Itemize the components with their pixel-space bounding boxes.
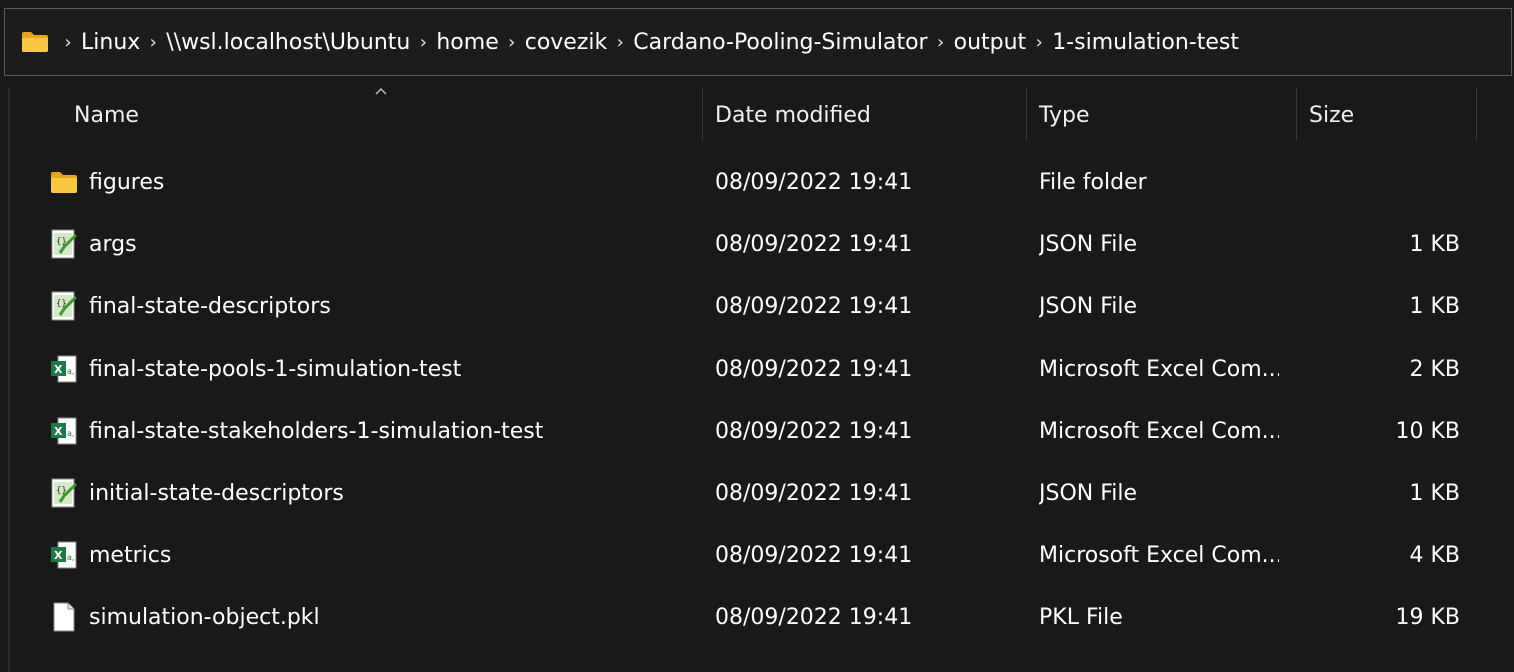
svg-text:a,: a, <box>67 367 74 376</box>
breadcrumb-home[interactable]: home <box>436 30 498 55</box>
file-row-final-state-descriptors[interactable]: {} final-state-descriptors 08/09/2022 19… <box>0 275 1514 337</box>
file-name: final-state-stakeholders-1-simulation-te… <box>89 418 544 444</box>
excel-file-icon: X a, <box>51 355 77 383</box>
file-date-modified: 08/09/2022 19:41 <box>715 169 913 195</box>
chevron-right-icon[interactable]: › <box>928 32 954 53</box>
file-name: args <box>89 231 137 257</box>
breadcrumb-output[interactable]: output <box>954 30 1027 55</box>
file-type: JSON File <box>1039 231 1138 257</box>
generic-file-icon <box>53 602 75 632</box>
chevron-right-icon[interactable]: › <box>499 32 525 53</box>
json-file-icon: {} <box>51 291 78 321</box>
file-size: 4 KB <box>1409 542 1460 568</box>
breadcrumb-cardano-pooling-simulator[interactable]: Cardano-Pooling-Simulator <box>633 30 927 55</box>
breadcrumb-linux[interactable]: Linux <box>81 30 140 55</box>
chevron-right-icon[interactable]: › <box>140 32 166 53</box>
file-date-modified: 08/09/2022 19:41 <box>715 293 913 319</box>
file-date-modified: 08/09/2022 19:41 <box>715 480 913 506</box>
file-date-modified: 08/09/2022 19:41 <box>715 356 913 382</box>
breadcrumb-wsl-ubuntu[interactable]: \\wsl.localhost\Ubuntu <box>166 30 410 55</box>
excel-file-icon: X a, <box>51 417 77 445</box>
file-type: Microsoft Excel Com... <box>1039 418 1279 444</box>
file-row-simulation-object[interactable]: simulation-object.pkl 08/09/2022 19:41 P… <box>0 586 1514 648</box>
svg-text:X: X <box>54 425 63 438</box>
file-name: final-state-descriptors <box>89 293 331 319</box>
column-header-size[interactable]: Size <box>1309 88 1469 142</box>
file-type: JSON File <box>1039 293 1138 319</box>
file-type: JSON File <box>1039 480 1138 506</box>
column-resize-handle[interactable] <box>1296 88 1297 140</box>
json-file-icon: {} <box>51 229 78 259</box>
column-header-row: Name Date modified Type Size <box>0 88 1514 142</box>
file-date-modified: 08/09/2022 19:41 <box>715 604 913 630</box>
file-date-modified: 08/09/2022 19:41 <box>715 418 913 444</box>
address-bar[interactable]: › Linux › \\wsl.localhost\Ubuntu › home … <box>4 8 1512 76</box>
file-name: metrics <box>89 542 172 568</box>
file-type: Microsoft Excel Com... <box>1039 542 1279 568</box>
file-row-args[interactable]: {} args 08/09/2022 19:41 JSON File 1 KB <box>0 213 1514 275</box>
file-type: PKL File <box>1039 604 1123 630</box>
file-name: figures <box>89 169 165 195</box>
file-size: 19 KB <box>1395 604 1460 630</box>
chevron-right-icon[interactable]: › <box>410 32 436 53</box>
breadcrumb-1-simulation-test[interactable]: 1-simulation-test <box>1052 30 1239 55</box>
column-resize-handle[interactable] <box>702 88 703 140</box>
file-type: Microsoft Excel Com... <box>1039 356 1279 382</box>
file-size: 2 KB <box>1409 356 1460 382</box>
column-header-type[interactable]: Type <box>1039 88 1289 142</box>
column-resize-handle[interactable] <box>1476 88 1477 140</box>
file-name: initial-state-descriptors <box>89 480 344 506</box>
chevron-right-icon[interactable]: › <box>1026 32 1052 53</box>
file-row-final-state-pools[interactable]: X a, final-state-pools-1-simulation-test… <box>0 338 1514 400</box>
chevron-right-icon[interactable]: › <box>607 32 633 53</box>
svg-text:X: X <box>54 549 63 562</box>
file-name: simulation-object.pkl <box>89 604 320 630</box>
chevron-right-icon: › <box>64 31 72 53</box>
file-date-modified: 08/09/2022 19:41 <box>715 542 913 568</box>
json-file-icon: {} <box>51 478 78 508</box>
file-size: 1 KB <box>1409 480 1460 506</box>
file-row-metrics[interactable]: X a, metrics 08/09/2022 19:41 Microsoft … <box>0 524 1514 586</box>
svg-text:X: X <box>54 363 63 376</box>
svg-text:a,: a, <box>67 429 74 438</box>
file-size: 10 KB <box>1395 418 1460 444</box>
column-resize-handle[interactable] <box>1026 88 1027 140</box>
file-row-figures[interactable]: figures 08/09/2022 19:41 File folder <box>0 151 1514 213</box>
column-header-name[interactable]: Name <box>74 88 694 142</box>
file-row-initial-state-descriptors[interactable]: {} initial-state-descriptors 08/09/2022 … <box>0 462 1514 524</box>
file-type: File folder <box>1039 169 1147 195</box>
file-size: 1 KB <box>1409 231 1460 257</box>
file-date-modified: 08/09/2022 19:41 <box>715 231 913 257</box>
folder-icon <box>22 32 48 52</box>
file-row-final-state-stakeholders[interactable]: X a, final-state-stakeholders-1-simulati… <box>0 400 1514 462</box>
excel-file-icon: X a, <box>51 541 77 569</box>
svg-text:a,: a, <box>67 553 74 562</box>
breadcrumb-covezik[interactable]: covezik <box>525 30 608 55</box>
folder-icon <box>51 172 77 193</box>
column-header-date-modified[interactable]: Date modified <box>715 88 1015 142</box>
file-size: 1 KB <box>1409 293 1460 319</box>
file-name: final-state-pools-1-simulation-test <box>89 356 462 382</box>
file-size <box>1300 151 1460 213</box>
